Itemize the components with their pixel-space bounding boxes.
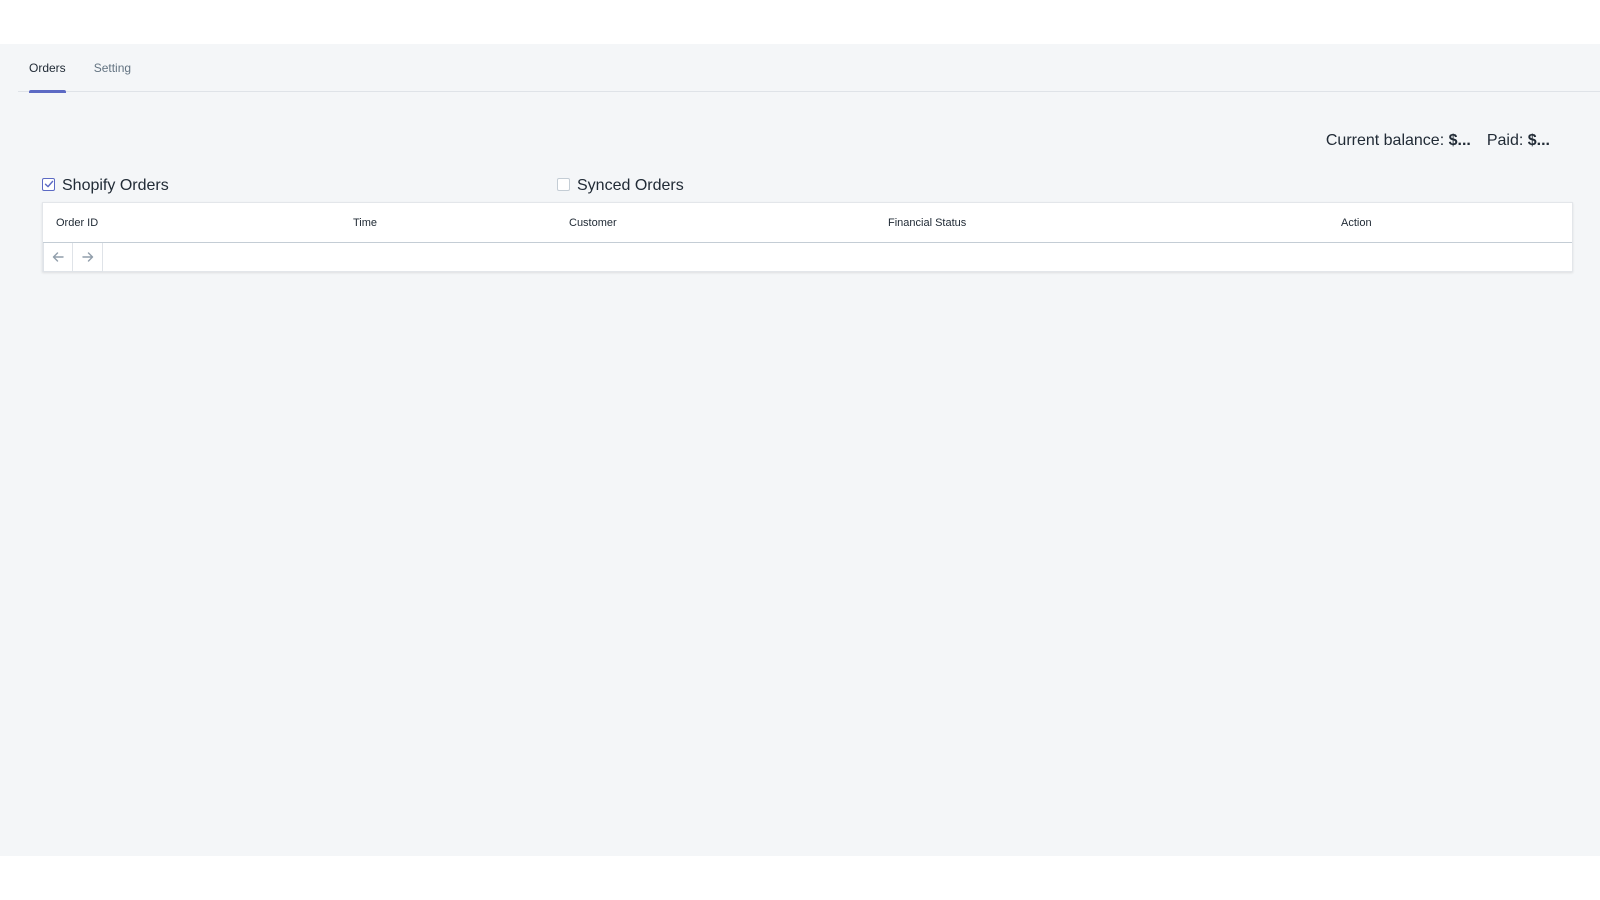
paid-value: $... — [1527, 132, 1550, 149]
synced-orders-checkbox[interactable] — [557, 177, 570, 191]
column-header-action: Action — [1341, 217, 1372, 229]
tab-bar: Orders Setting — [18, 44, 1600, 93]
balance-summary: Current balance: $... Paid: $... — [1326, 132, 1550, 150]
synced-orders-label: Synced Orders — [577, 177, 684, 194]
checkmark-icon — [44, 180, 53, 188]
next-page-button[interactable] — [73, 243, 103, 272]
previous-page-button[interactable] — [43, 243, 73, 272]
column-header-customer: Customer — [569, 217, 617, 229]
column-header-financial-status: Financial Status — [888, 217, 967, 229]
shopify-orders-filter[interactable]: Shopify Orders — [42, 177, 169, 195]
current-balance-label: Current balance: — [1325, 132, 1445, 149]
table-header: Order ID Time Customer Financial Status … — [43, 203, 1572, 243]
tab-setting[interactable]: Setting — [83, 44, 142, 92]
arrow-right-icon — [81, 252, 93, 262]
column-header-order-id: Order ID — [56, 217, 99, 229]
current-balance-value: $... — [1448, 132, 1471, 149]
column-header-time: Time — [353, 217, 378, 229]
pagination — [43, 243, 1572, 272]
orders-table: Order ID Time Customer Financial Status … — [42, 202, 1573, 272]
shopify-orders-checkbox[interactable] — [42, 177, 55, 191]
synced-orders-filter[interactable]: Synced Orders — [557, 177, 684, 195]
tab-orders[interactable]: Orders — [18, 44, 77, 93]
arrow-left-icon — [52, 252, 64, 262]
app-content: Orders Setting Current balance: $... Pai… — [0, 44, 1600, 856]
shopify-orders-label: Shopify Orders — [62, 177, 169, 194]
current-balance: Current balance: $... — [1326, 132, 1471, 150]
paid-amount: Paid: $... — [1487, 132, 1550, 150]
paid-label: Paid: — [1486, 132, 1524, 149]
order-filters: Shopify Orders Synced Orders — [42, 177, 1572, 201]
